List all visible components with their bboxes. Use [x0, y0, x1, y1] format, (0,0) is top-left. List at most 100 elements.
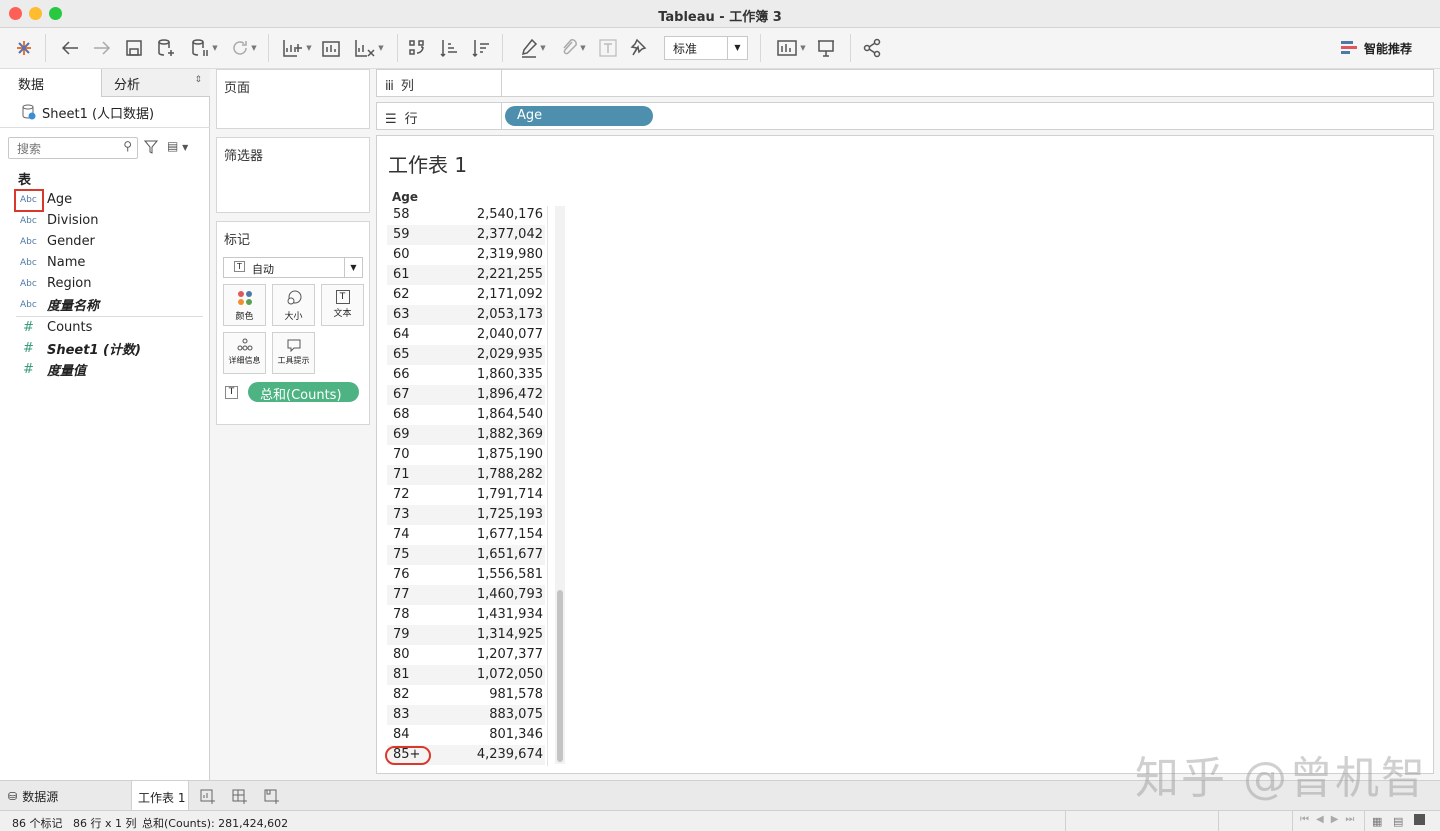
- swap-rows-columns-icon[interactable]: [405, 36, 429, 60]
- show-mark-labels-icon[interactable]: [596, 36, 620, 60]
- table-row[interactable]: 77 1,460,793: [387, 585, 545, 605]
- table-row[interactable]: 61 2,221,255: [387, 265, 545, 285]
- duplicate-sheet-icon[interactable]: [320, 36, 344, 60]
- group-members-icon[interactable]: ▼: [555, 36, 591, 60]
- detail-button[interactable]: 详细信息: [223, 332, 266, 374]
- count-cell: 1,896,472: [476, 387, 543, 402]
- table-row[interactable]: 69 1,882,369: [387, 425, 545, 445]
- table-row[interactable]: 67 1,896,472: [387, 385, 545, 405]
- datasource-icon: [22, 104, 36, 120]
- measure-pill[interactable]: 总和(Counts): [248, 382, 359, 403]
- table-row[interactable]: 60 2,319,980: [387, 245, 545, 265]
- sheet-tab[interactable]: 工作表 1: [131, 781, 189, 811]
- back-icon[interactable]: [58, 36, 82, 60]
- forward-icon[interactable]: [90, 36, 114, 60]
- sheet-sorter-icon[interactable]: ▦: [1372, 815, 1382, 828]
- field-item[interactable]: Abc Name: [0, 252, 210, 273]
- text-button[interactable]: T 文本: [321, 284, 364, 326]
- table-row[interactable]: 80 1,207,377: [387, 645, 545, 665]
- refresh-icon[interactable]: ▼: [226, 36, 262, 60]
- string-type-icon: Abc: [20, 257, 37, 268]
- filters-card[interactable]: 筛选器: [216, 137, 370, 213]
- table-row[interactable]: 81 1,072,050: [387, 665, 545, 685]
- age-cell: 74: [393, 527, 410, 542]
- highlight-icon[interactable]: ▼: [515, 36, 551, 60]
- search-field[interactable]: [17, 140, 122, 158]
- new-dashboard-icon[interactable]: [232, 788, 248, 808]
- sort-ascending-icon[interactable]: [437, 36, 461, 60]
- field-item[interactable]: # Sheet1 (计数): [0, 338, 210, 359]
- table-row[interactable]: 74 1,677,154: [387, 525, 545, 545]
- table-row[interactable]: 63 2,053,173: [387, 305, 545, 325]
- mark-type-select[interactable]: T 自动 ▼: [223, 257, 363, 278]
- pause-updates-icon[interactable]: ▼: [186, 36, 222, 60]
- show-cards-icon[interactable]: ▼: [772, 36, 810, 60]
- presentation-mode-icon[interactable]: [814, 36, 838, 60]
- sort-descending-icon[interactable]: [469, 36, 493, 60]
- rows-shelf[interactable]: ☰ 行 Age: [376, 102, 1434, 130]
- rows-pill-age[interactable]: Age: [505, 106, 653, 126]
- field-item[interactable]: Abc Region: [0, 273, 210, 294]
- tableau-logo-icon[interactable]: [12, 36, 36, 60]
- field-item[interactable]: Abc 度量名称: [0, 294, 210, 315]
- field-item[interactable]: # 度量值: [0, 359, 210, 380]
- filmstrip-icon[interactable]: ▤: [1393, 815, 1403, 828]
- clear-sheet-icon[interactable]: ▼: [350, 36, 388, 60]
- table-row[interactable]: 83 883,075: [387, 705, 545, 725]
- size-button[interactable]: 大小: [272, 284, 315, 326]
- pages-card[interactable]: 页面: [216, 69, 370, 129]
- table-row[interactable]: 70 1,875,190: [387, 445, 545, 465]
- new-datasource-icon[interactable]: [154, 36, 178, 60]
- table-row[interactable]: 73 1,725,193: [387, 505, 545, 525]
- table-row[interactable]: 76 1,556,581: [387, 565, 545, 585]
- field-item[interactable]: Abc Division: [0, 210, 210, 231]
- tabs-view-icon[interactable]: [1414, 814, 1425, 825]
- table-row[interactable]: 68 1,864,540: [387, 405, 545, 425]
- table-row[interactable]: 58 2,540,176: [387, 205, 545, 225]
- columns-shelf-label: iii 列: [377, 70, 502, 96]
- table-row[interactable]: 62 2,171,092: [387, 285, 545, 305]
- datasource-tab[interactable]: ⛁ 数据源: [8, 788, 58, 805]
- tab-analysis[interactable]: 分析 ⇕: [102, 69, 210, 97]
- table-row[interactable]: 82 981,578: [387, 685, 545, 705]
- count-cell: 2,221,255: [476, 267, 543, 282]
- table-row[interactable]: 79 1,314,925: [387, 625, 545, 645]
- rows-icon: ☰: [385, 112, 397, 127]
- color-button[interactable]: 颜色: [223, 284, 266, 326]
- tooltip-button[interactable]: 工具提示: [272, 332, 315, 374]
- age-cell: 82: [393, 687, 410, 702]
- count-cell: 1,882,369: [476, 427, 543, 442]
- new-worksheet-tab-icon[interactable]: [200, 788, 216, 808]
- show-me-button[interactable]: 智能推荐: [1340, 36, 1430, 60]
- fit-select[interactable]: 标准 ▼: [664, 36, 748, 60]
- pin-axes-icon[interactable]: [627, 36, 651, 60]
- filter-icon[interactable]: [143, 139, 159, 159]
- table-row[interactable]: 65 2,029,935: [387, 345, 545, 365]
- new-story-icon[interactable]: [264, 788, 280, 808]
- view-list-icon[interactable]: ▤ ▼: [167, 139, 188, 153]
- field-item[interactable]: Abc Gender: [0, 231, 210, 252]
- save-icon[interactable]: [122, 36, 146, 60]
- table-row[interactable]: 78 1,431,934: [387, 605, 545, 625]
- columns-shelf[interactable]: iii 列: [376, 69, 1434, 97]
- count-cell: 981,578: [489, 687, 543, 702]
- sheet-navigation-icon[interactable]: ⏮◀▶⏭: [1300, 814, 1361, 825]
- count-cell: 1,460,793: [476, 587, 543, 602]
- new-worksheet-icon[interactable]: ▼: [278, 36, 316, 60]
- tab-data[interactable]: 数据: [0, 69, 102, 97]
- table-row[interactable]: 84 801,346: [387, 725, 545, 745]
- datasource-item[interactable]: Sheet1 (人口数据): [0, 97, 210, 127]
- table-row[interactable]: 75 1,651,677: [387, 545, 545, 565]
- rows-shelf-label: ☰ 行: [377, 103, 502, 129]
- table-row[interactable]: 71 1,788,282: [387, 465, 545, 485]
- scrollbar-thumb[interactable]: [557, 590, 563, 762]
- table-row[interactable]: 64 2,040,077: [387, 325, 545, 345]
- filters-card-title: 筛选器: [224, 149, 264, 164]
- table-row[interactable]: 72 1,791,714: [387, 485, 545, 505]
- database-icon: ⛁: [8, 790, 18, 803]
- table-row[interactable]: 59 2,377,042: [387, 225, 545, 245]
- share-icon[interactable]: [860, 36, 884, 60]
- search-input[interactable]: ⚲: [8, 137, 138, 159]
- field-item[interactable]: # Counts: [0, 317, 210, 338]
- table-row[interactable]: 66 1,860,335: [387, 365, 545, 385]
